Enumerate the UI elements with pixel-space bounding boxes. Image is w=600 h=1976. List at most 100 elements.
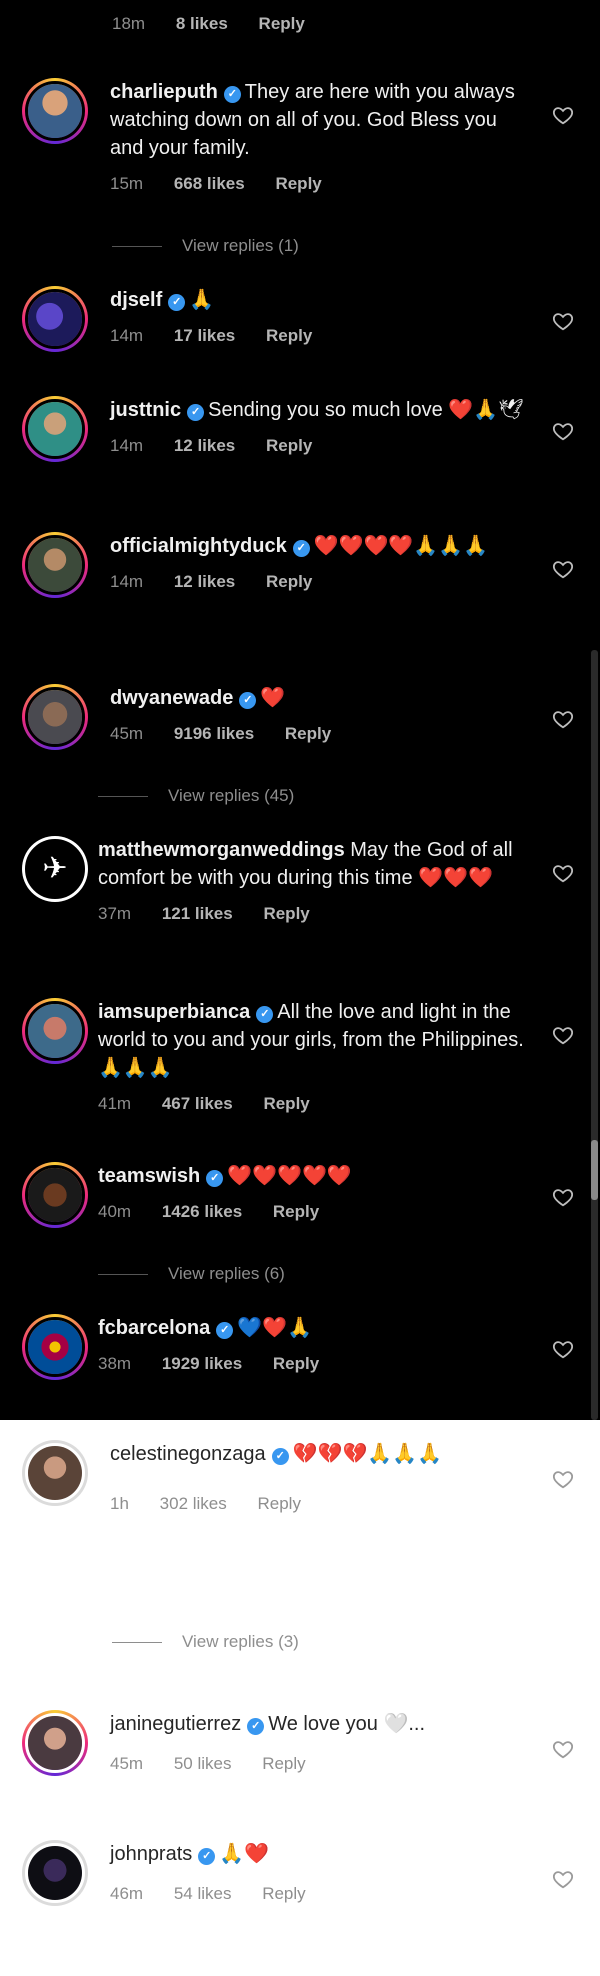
verified-badge-icon: ✓: [271, 1448, 289, 1465]
comment-meta: 41m 467 likes Reply: [98, 1090, 538, 1118]
comment-username[interactable]: justtnic: [110, 399, 181, 421]
comment-text: ❤️❤️❤️❤️❤️: [227, 1165, 352, 1187]
avatar[interactable]: [22, 1840, 88, 1906]
comment-text: 💔💔💔🙏🙏🙏: [292, 1443, 443, 1465]
reply-button[interactable]: Reply: [258, 1494, 301, 1513]
comment-username[interactable]: dwyanewade: [110, 687, 233, 709]
avatar[interactable]: ✈: [22, 836, 88, 902]
comment-username[interactable]: teamswish: [98, 1165, 200, 1187]
comment-time: 18m: [112, 14, 146, 33]
comment-username[interactable]: officialmightyduck: [110, 535, 287, 557]
scrollbar-thumb[interactable]: [591, 1140, 598, 1200]
avatar[interactable]: [22, 998, 88, 1064]
comments-panel-dark-1: 18m 8 likes Reply charlieputh ✓ They are h…: [0, 0, 600, 650]
reply-button[interactable]: Reply: [262, 1754, 305, 1773]
comment-likes[interactable]: 12 likes: [174, 436, 235, 455]
comment-likes[interactable]: 302 likes: [160, 1494, 227, 1513]
comment-likes[interactable]: 121 likes: [162, 904, 233, 923]
heart-outline-icon[interactable]: [552, 310, 574, 332]
comment-time: 45m: [110, 724, 144, 743]
comment-likes[interactable]: 54 likes: [174, 1884, 232, 1903]
comment-text: 💙❤️🙏: [237, 1317, 312, 1339]
heart-outline-icon[interactable]: [552, 1024, 574, 1046]
reply-button[interactable]: Reply: [259, 14, 305, 33]
scrollbar[interactable]: [591, 650, 598, 1420]
comment-username[interactable]: charlieputh: [110, 81, 218, 103]
heart-outline-icon[interactable]: [552, 1186, 574, 1208]
verified-badge-icon: ✓: [256, 1006, 274, 1023]
comment-meta: 40m 1426 likes Reply: [98, 1198, 523, 1226]
reply-button[interactable]: Reply: [273, 1202, 319, 1221]
comment-meta: 46m 54 likes Reply: [110, 1880, 535, 1908]
comment-text: 🙏❤️: [219, 1843, 270, 1865]
verified-badge-icon: ✓: [247, 1718, 265, 1735]
avatar[interactable]: [22, 78, 88, 144]
comment-time: 46m: [110, 1884, 144, 1903]
heart-outline-icon[interactable]: [552, 1338, 574, 1360]
comment-likes[interactable]: 1929 likes: [162, 1354, 242, 1373]
comment-time: 37m: [98, 904, 132, 923]
comment-time: 14m: [110, 326, 144, 345]
reply-button[interactable]: Reply: [266, 572, 312, 591]
comment-likes[interactable]: 8 likes: [176, 14, 228, 33]
avatar[interactable]: [22, 1314, 88, 1380]
avatar[interactable]: [22, 1710, 88, 1776]
comment-likes[interactable]: 467 likes: [162, 1094, 233, 1113]
verified-badge-icon: ✓: [223, 86, 241, 103]
heart-outline-icon[interactable]: [552, 420, 574, 442]
comment-likes[interactable]: 50 likes: [174, 1754, 232, 1773]
comment-likes[interactable]: 17 likes: [174, 326, 235, 345]
comment-time: 40m: [98, 1202, 132, 1221]
reply-button[interactable]: Reply: [262, 1884, 305, 1903]
comment-meta: 14m 17 likes Reply: [110, 322, 535, 350]
avatar[interactable]: [22, 286, 88, 352]
avatar[interactable]: [22, 684, 88, 750]
heart-outline-icon[interactable]: [552, 1468, 574, 1490]
comment-text: Sending you so much love ❤️🙏🕊: [208, 399, 524, 421]
heart-outline-icon[interactable]: [552, 708, 574, 730]
reply-button[interactable]: Reply: [266, 326, 312, 345]
comment-username[interactable]: fcbarcelona: [98, 1317, 210, 1339]
avatar[interactable]: [22, 532, 88, 598]
comment-likes[interactable]: 1426 likes: [162, 1202, 242, 1221]
comment-username[interactable]: celestinegonzaga: [110, 1443, 266, 1465]
comment-time: 1h: [110, 1494, 129, 1513]
reply-button[interactable]: Reply: [275, 174, 321, 193]
avatar[interactable]: [22, 1162, 88, 1228]
heart-outline-icon[interactable]: [552, 862, 574, 884]
verified-badge-icon: ✓: [168, 294, 186, 311]
comment-time: 41m: [98, 1094, 132, 1113]
reply-button[interactable]: Reply: [263, 1094, 309, 1113]
comment-time: 14m: [110, 436, 144, 455]
avatar[interactable]: [22, 1440, 88, 1506]
comment-text: ❤️❤️❤️❤️🙏🙏🙏: [313, 535, 489, 557]
comment-likes[interactable]: 12 likes: [174, 572, 235, 591]
comment-likes[interactable]: 668 likes: [174, 174, 245, 193]
comments-panel-light: celestinegonzaga ✓ 💔💔💔🙏🙏🙏 1h 302 likes Rep…: [0, 1420, 600, 1976]
avatar[interactable]: [22, 396, 88, 462]
view-replies-button[interactable]: View replies (6): [98, 1264, 285, 1284]
comment-username[interactable]: johnprats: [110, 1843, 192, 1865]
heart-outline-icon[interactable]: [552, 1868, 574, 1890]
comment-meta: 45m 50 likes Reply: [110, 1750, 535, 1778]
view-replies-button[interactable]: View replies (3): [112, 1632, 299, 1652]
comment-username[interactable]: janinegutierrez: [110, 1713, 241, 1735]
view-replies-button[interactable]: View replies (1): [112, 236, 299, 256]
view-replies-button[interactable]: View replies (45): [98, 786, 294, 806]
swallow-logo-icon: ✈: [42, 852, 68, 885]
comment-username[interactable]: djself: [110, 289, 162, 311]
comment-username[interactable]: matthewmorganweddings: [98, 839, 345, 861]
heart-outline-icon[interactable]: [552, 558, 574, 580]
heart-outline-icon[interactable]: [552, 1738, 574, 1760]
heart-outline-icon[interactable]: [552, 104, 574, 126]
reply-button[interactable]: Reply: [266, 436, 312, 455]
comment-username[interactable]: iamsuperbianca: [98, 1001, 250, 1023]
verified-badge-icon: ✓: [239, 692, 257, 709]
comment-meta-previous: 18m 8 likes Reply: [112, 14, 331, 34]
reply-button[interactable]: Reply: [285, 724, 331, 743]
reply-button[interactable]: Reply: [263, 904, 309, 923]
comment-likes[interactable]: 9196 likes: [174, 724, 254, 743]
comment-time: 15m: [110, 174, 144, 193]
verified-badge-icon: ✓: [187, 404, 205, 421]
reply-button[interactable]: Reply: [273, 1354, 319, 1373]
